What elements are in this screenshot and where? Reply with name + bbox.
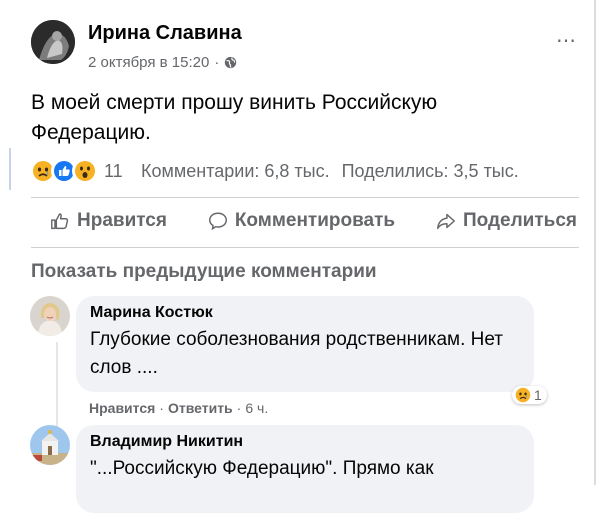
wow-icon xyxy=(72,158,98,184)
post-actions: Нравится Комментировать Поделиться xyxy=(31,207,579,235)
separator: · xyxy=(236,400,242,416)
more-options-icon[interactable]: ⋯ xyxy=(556,28,577,53)
comment-button[interactable]: Комментировать xyxy=(207,207,395,235)
thumbs-up-icon xyxy=(51,213,69,230)
comment-text: "...Российскую Федерацию". Прямо как xyxy=(90,458,434,479)
post-text: В моей смерти прошу винить Российскую Фе… xyxy=(31,91,438,144)
like-button-label: Нравится xyxy=(77,210,167,231)
show-previous-comments-link[interactable]: Показать предыдущие комментарии xyxy=(31,261,377,283)
post-author-name[interactable]: Ирина Славина xyxy=(88,22,242,45)
comment-bubble: Владимир Никитин "...Российскую Федераци… xyxy=(76,425,534,513)
comment-avatar[interactable] xyxy=(30,425,70,465)
scrollbar-edge xyxy=(594,0,596,485)
reaction-count[interactable]: 11 xyxy=(104,161,123,182)
divider xyxy=(31,247,579,248)
post-timestamp[interactable]: 2 октября в 15:20 xyxy=(88,54,209,71)
accent-bar xyxy=(9,148,11,190)
comment-author[interactable]: Марина Костюк xyxy=(90,304,520,322)
comment-text: Глубокие соболезнования родственникам. Н… xyxy=(90,329,504,378)
sad-icon xyxy=(515,387,531,403)
shares-count[interactable]: Поделились: 3,5 тыс. xyxy=(342,161,519,182)
comment-actions: Нравится · Ответить · 6 ч. xyxy=(89,400,268,416)
like-button[interactable]: Нравится xyxy=(49,207,167,235)
post-author-avatar[interactable] xyxy=(31,20,75,64)
comment-reactions[interactable]: 1 xyxy=(512,386,547,404)
share-button[interactable]: Поделиться xyxy=(435,207,577,235)
comment-bubble: Марина Костюк Глубокие соболезнования ро… xyxy=(76,296,534,392)
comment-time[interactable]: 6 ч. xyxy=(245,400,268,416)
reactions-summary[interactable] xyxy=(30,158,98,184)
comment-avatar[interactable] xyxy=(30,296,70,336)
comment-author[interactable]: Владимир Никитин xyxy=(90,433,520,451)
post-meta: 2 октября в 15:20 · xyxy=(88,54,237,71)
share-icon xyxy=(436,213,455,230)
post-stats: Комментарии: 6,8 тыс. Поделились: 3,5 ты… xyxy=(141,161,519,182)
comment-button-label: Комментировать xyxy=(234,210,396,231)
separator: · xyxy=(159,400,164,416)
comments-count[interactable]: Комментарии: 6,8 тыс. xyxy=(141,161,330,182)
comment-reaction-count: 1 xyxy=(534,387,542,403)
comment-like-link[interactable]: Нравится xyxy=(89,400,155,416)
comment-reply-link[interactable]: Ответить xyxy=(168,400,233,416)
divider xyxy=(31,197,579,198)
comment-icon xyxy=(208,212,227,231)
meta-separator: · xyxy=(214,54,220,71)
globe-icon xyxy=(225,56,237,69)
share-button-label: Поделиться xyxy=(462,210,577,231)
